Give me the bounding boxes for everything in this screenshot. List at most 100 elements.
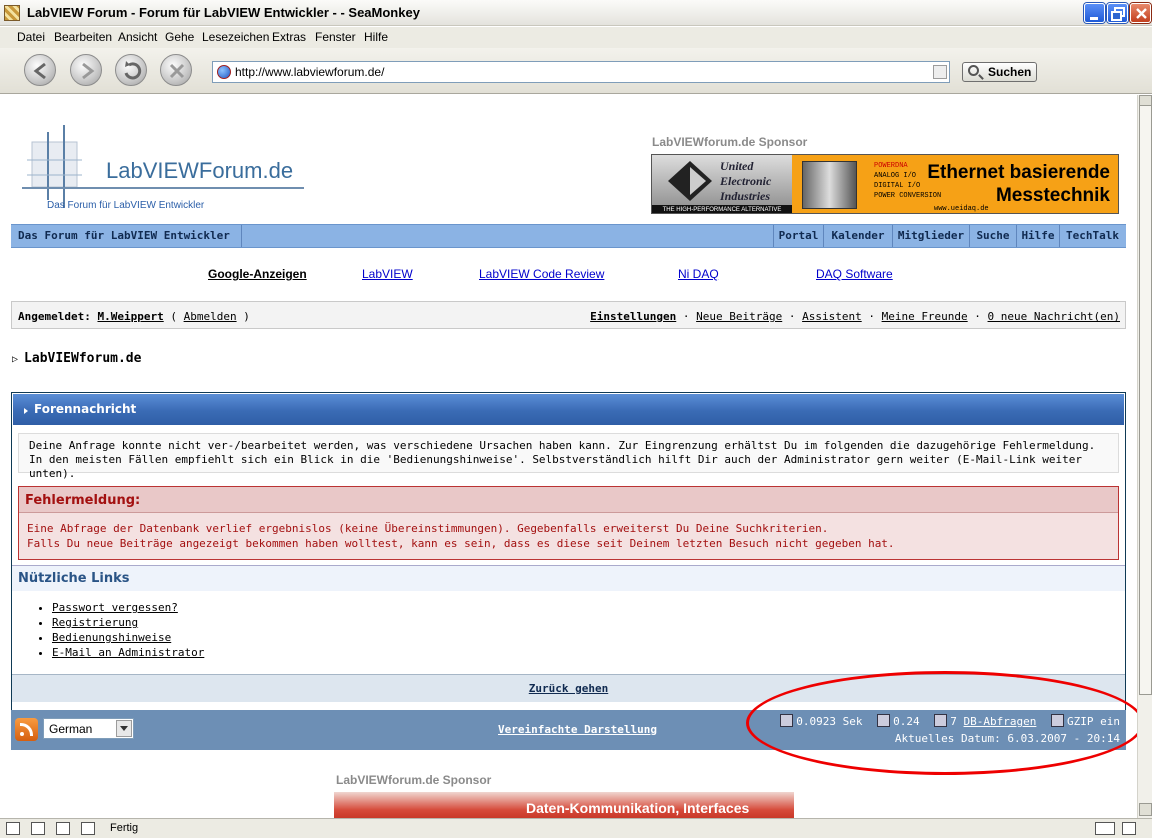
site-logo[interactable]: LabVIEWForum.de Das Forum für LabVIEW En… — [22, 120, 312, 215]
feature-2: ANALOG I/O — [874, 172, 917, 180]
forum-message-header: Forennachricht — [13, 394, 1124, 425]
nav-hilfe[interactable]: Hilfe — [1016, 225, 1059, 247]
nav-portal[interactable]: Portal — [773, 225, 823, 247]
close-button[interactable] — [1130, 3, 1151, 23]
forward-button[interactable] — [70, 54, 102, 86]
ad-link-daq-software[interactable]: DAQ Software — [816, 267, 893, 281]
intro-text: Deine Anfrage konnte nicht ver-/bearbeit… — [18, 433, 1119, 480]
forum-message-title: Forennachricht — [34, 402, 137, 416]
banner-url: www.ueidaq.de — [934, 205, 989, 213]
friends-link[interactable]: Meine Freunde — [882, 310, 968, 323]
ad-link-labview[interactable]: LabVIEW — [362, 267, 413, 281]
error-line-1: Eine Abfrage der Datenbank verlief ergeb… — [27, 522, 829, 535]
menu-lesezeichen[interactable]: Lesezeichen — [202, 30, 269, 44]
rss-icon[interactable] — [15, 718, 38, 741]
ad-link-ni-daq[interactable]: Ni DAQ — [678, 267, 719, 281]
vertical-scrollbar[interactable] — [1137, 95, 1152, 818]
security-lock-icon — [1122, 822, 1136, 835]
google-ads-header[interactable]: Google-Anzeigen — [208, 267, 307, 281]
ueidaq-logo: United Electronic Industries THE HIGH-PERF… — [652, 155, 792, 213]
composer-icon[interactable] — [81, 822, 95, 835]
gzip-icon — [1051, 714, 1065, 727]
error-title: Fehlermeldung: — [19, 487, 1118, 513]
forgot-password-link[interactable]: Passwort vergessen? — [52, 601, 178, 614]
menu-hilfe[interactable]: Hilfe — [364, 30, 388, 44]
search-button[interactable]: Suchen — [962, 62, 1037, 82]
scroll-down-icon[interactable] — [1139, 803, 1152, 816]
simple-view-link[interactable]: Vereinfachte Darstellung — [498, 723, 657, 736]
language-select[interactable]: German — [43, 718, 134, 739]
gzip-status: GZIP ein — [1067, 715, 1120, 728]
back-link[interactable]: Zurück gehen — [12, 674, 1125, 702]
db-queries-link[interactable]: DB-Abfragen — [964, 715, 1037, 728]
nav-kalender[interactable]: Kalender — [823, 225, 892, 247]
username-link[interactable]: M.Weippert — [97, 310, 163, 323]
feature-3: DIGITAL I/O — [874, 182, 921, 190]
restore-button[interactable] — [1107, 3, 1128, 23]
chevron-down-icon[interactable] — [116, 720, 132, 737]
nav-mitglieder[interactable]: Mitglieder — [892, 225, 969, 247]
ue-name-1: United — [720, 159, 754, 173]
breadcrumb-label[interactable]: LabVIEWforum.de — [24, 351, 141, 366]
bottom-banner-text: Daten-Kommunikation, Interfaces — [526, 800, 750, 816]
logout-link[interactable]: Abmelden — [184, 310, 237, 323]
reload-button[interactable] — [115, 54, 147, 86]
list-item: Passwort vergessen? — [52, 600, 204, 615]
sponsor-label: LabVIEWforum.de Sponsor — [652, 135, 808, 149]
sponsor-banner-bottom[interactable]: Daten-Kommunikation, Interfaces — [334, 792, 794, 818]
new-posts-link[interactable]: Neue Beiträge — [696, 310, 782, 323]
generation-time: 0.0923 Sek — [796, 715, 863, 728]
list-item: E-Mail an Administrator — [52, 645, 204, 660]
page-viewport: LabVIEWForum.de Das Forum für LabVIEW En… — [0, 95, 1137, 818]
useful-links-list: Passwort vergessen? Registrierung Bedien… — [52, 600, 204, 660]
back-button[interactable] — [24, 54, 56, 86]
email-admin-link[interactable]: E-Mail an Administrator — [52, 646, 204, 659]
stop-button[interactable] — [160, 54, 192, 86]
server-load: 0.24 — [893, 715, 920, 728]
logo-title: LabVIEWForum.de — [106, 158, 294, 183]
sponsor-banner-top[interactable]: United Electronic Industries THE HIGH-PERF… — [651, 154, 1119, 214]
scroll-thumb[interactable] — [1139, 105, 1152, 695]
magnifier-icon — [968, 65, 979, 76]
site-globe-icon — [217, 65, 231, 79]
login-bar: Angemeldet: M.Weippert ( Abmelden ) Eins… — [11, 301, 1126, 329]
nav-suche[interactable]: Suche — [969, 225, 1016, 247]
useful-links-title: Nützliche Links — [12, 565, 1125, 591]
menu-bearbeiten[interactable]: Bearbeiten — [54, 30, 112, 44]
window-titlebar: LabVIEW Forum - Forum für LabVIEW Entwic… — [0, 0, 1152, 26]
menu-ansicht[interactable]: Ansicht — [118, 30, 157, 44]
sponsor-label-bottom: LabVIEWforum.de Sponsor — [336, 773, 492, 787]
login-prefix: Angemeldet: — [18, 310, 91, 323]
server-load-icon — [877, 714, 891, 727]
menu-gehe[interactable]: Gehe — [165, 30, 194, 44]
device-image — [802, 161, 857, 209]
nav-techtalk[interactable]: TechTalk — [1059, 225, 1125, 247]
url-input[interactable]: http://www.labviewforum.de/ — [235, 65, 384, 79]
usage-notes-link[interactable]: Bedienungshinweise — [52, 631, 171, 644]
menu-fenster[interactable]: Fenster — [315, 30, 356, 44]
messages-link[interactable]: 0 neue Nachricht(en) — [988, 310, 1120, 323]
breadcrumb: ▷ LabVIEWforum.de — [12, 351, 141, 366]
current-date: Aktuelles Datum: 6.03.2007 - 20:14 — [894, 732, 1120, 745]
settings-link[interactable]: Einstellungen — [590, 310, 676, 323]
ad-link-code-review[interactable]: LabVIEW Code Review — [479, 267, 604, 281]
register-link[interactable]: Registrierung — [52, 616, 138, 629]
chat-icon[interactable] — [56, 822, 70, 835]
minimize-button[interactable] — [1084, 3, 1105, 23]
menu-extras[interactable]: Extras — [272, 30, 306, 44]
login-status: Angemeldet: M.Weippert ( Abmelden ) — [18, 310, 250, 323]
status-bar: Fertig — [0, 818, 1152, 838]
url-history-dropdown-icon[interactable] — [933, 65, 947, 79]
forum-home-link[interactable]: Das Forum für LabVIEW Entwickler — [11, 225, 242, 247]
app-icon — [4, 5, 20, 21]
menu-datei[interactable]: Datei — [17, 30, 45, 44]
navigator-icon[interactable] — [6, 822, 20, 835]
database-icon — [934, 714, 948, 727]
mail-icon[interactable] — [31, 822, 45, 835]
error-box: Fehlermeldung: Eine Abfrage der Datenban… — [18, 486, 1119, 560]
feature-1: POWERDNA — [874, 162, 908, 170]
headline-line-1: Ethernet basierende — [927, 162, 1110, 183]
assistant-link[interactable]: Assistent — [802, 310, 862, 323]
url-bar[interactable]: http://www.labviewforum.de/ — [212, 61, 950, 83]
ue-name-2: Electronic — [720, 174, 772, 188]
